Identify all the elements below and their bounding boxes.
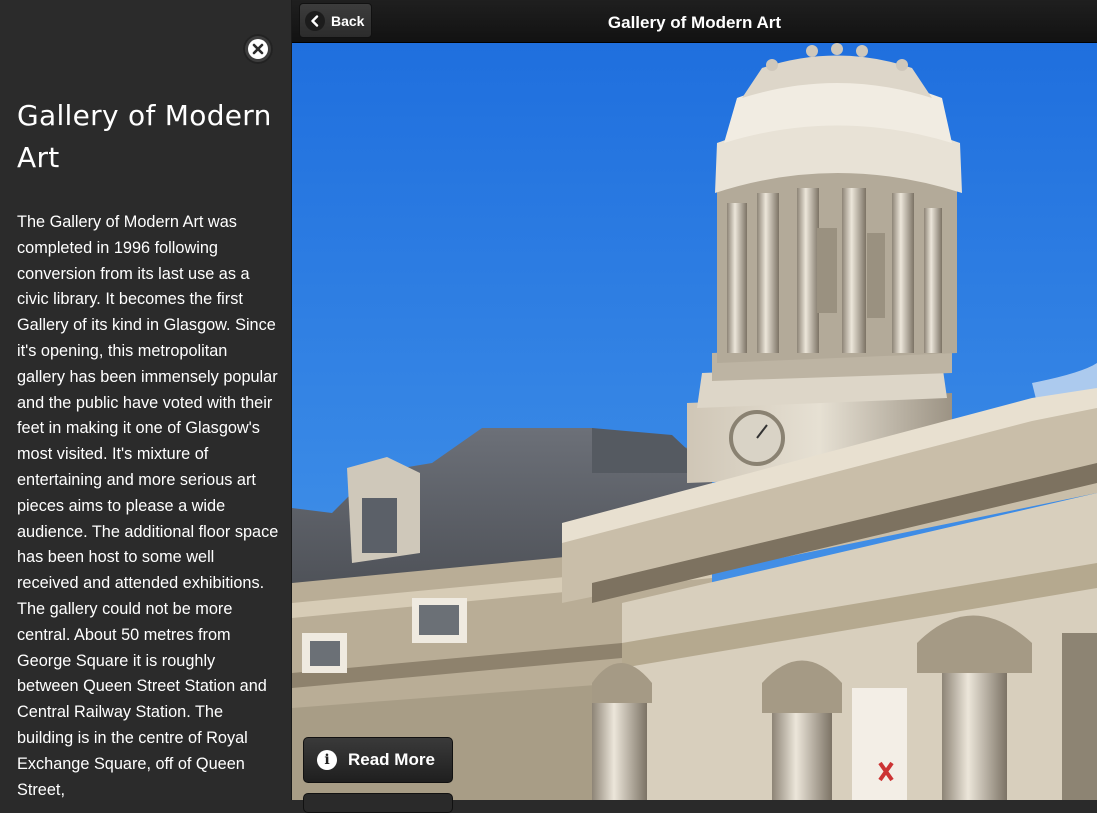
panel-description: The Gallery of Modern Art was completed … (17, 213, 279, 799)
panel-title: Gallery of Modern Art (17, 99, 272, 174)
secondary-button[interactable] (303, 793, 453, 813)
info-panel: Gallery of Modern Art The Gallery of Mod… (0, 0, 292, 800)
info-icon: i (317, 750, 337, 770)
read-more-label: Read More (348, 750, 435, 769)
page-title: Gallery of Modern Art (607, 13, 782, 32)
close-icon (248, 39, 268, 59)
gallery-photo (292, 43, 1097, 800)
header-bar: Back Gallery of Modern Art (292, 0, 1097, 43)
close-button[interactable] (243, 34, 273, 64)
read-more-button[interactable]: i Read More (303, 737, 453, 783)
